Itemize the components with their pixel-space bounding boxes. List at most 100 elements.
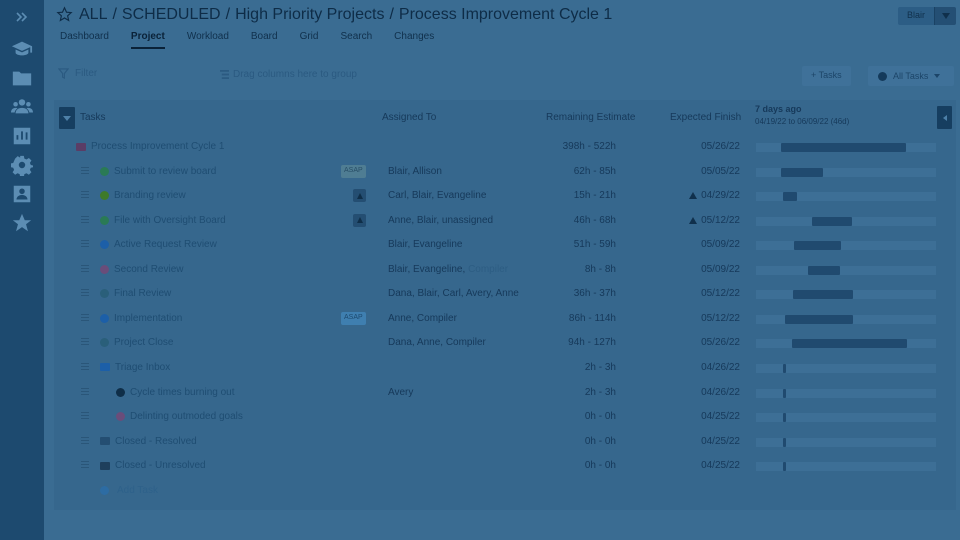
- task-row[interactable]: Delinting outmoded goals 0h - 0h 04/25/22: [54, 405, 956, 430]
- gantt-bar[interactable]: [783, 363, 786, 373]
- column-header-estimate[interactable]: Remaining Estimate: [546, 112, 635, 123]
- sidebar-item-projects[interactable]: [0, 63, 44, 92]
- assigned-to[interactable]: Dana, Blair, Carl, Avery, Anne: [388, 288, 519, 299]
- task-row[interactable]: Closed - Resolved 0h - 0h 04/25/22: [54, 430, 956, 455]
- sidebar-item-settings[interactable]: [0, 150, 44, 179]
- drag-handle-icon[interactable]: [81, 461, 89, 469]
- column-header-tasks[interactable]: Tasks: [80, 112, 106, 123]
- drag-handle-icon[interactable]: [81, 436, 89, 445]
- sidebar-item-favorites[interactable]: [0, 208, 44, 237]
- column-header-finish[interactable]: Expected Finish: [670, 112, 741, 123]
- tab-project[interactable]: Project: [130, 31, 165, 49]
- task-row[interactable]: File with Oversight Board Anne, Blair, un…: [54, 209, 956, 234]
- drag-handle-icon[interactable]: [81, 362, 89, 371]
- task-name[interactable]: Closed - Resolved: [100, 436, 197, 447]
- task-row[interactable]: Closed - Unresolved 0h - 0h 04/25/22: [54, 454, 956, 479]
- tab-workload[interactable]: Workload: [187, 31, 229, 49]
- task-name[interactable]: Submit to review board: [100, 166, 216, 177]
- user-menu[interactable]: Blair: [897, 7, 956, 25]
- breadcrumb-item-scheduled[interactable]: SCHEDULED: [122, 6, 221, 24]
- add-tasks-button[interactable]: + Tasks: [802, 66, 851, 86]
- tab-grid[interactable]: Grid: [300, 31, 319, 49]
- task-row[interactable]: Triage Inbox 2h - 3h 04/26/22: [54, 356, 956, 381]
- assigned-to[interactable]: Dana, Anne, Compiler: [388, 337, 486, 348]
- user-menu-caret-button[interactable]: [934, 7, 956, 25]
- task-name[interactable]: Active Request Review: [100, 239, 217, 250]
- assigned-to[interactable]: Anne, Blair, unassigned: [388, 215, 493, 226]
- task-name[interactable]: Triage Inbox: [100, 362, 170, 373]
- assigned-to[interactable]: Carl, Blair, Evangeline: [388, 190, 486, 201]
- task-row[interactable]: Active Request Review Blair, Evangeline 51…: [54, 233, 956, 258]
- gantt-bar[interactable]: [783, 192, 797, 202]
- task-filter-select[interactable]: All Tasks: [868, 66, 954, 86]
- task-name[interactable]: Implementation: [100, 313, 182, 324]
- drag-handle-icon[interactable]: [81, 215, 89, 224]
- task-row[interactable]: Cycle times burning out Avery 2h - 3h 04/26…: [54, 381, 956, 406]
- gantt-bar[interactable]: [794, 241, 841, 251]
- task-name[interactable]: Project Close: [100, 337, 173, 348]
- gantt-bar[interactable]: [783, 437, 786, 447]
- expected-finish: 04/26/22: [701, 362, 740, 373]
- task-row[interactable]: Final Review Dana, Blair, Carl, Avery, An…: [54, 282, 956, 307]
- task-row[interactable]: Submit to review board ASAP Blair, Allison…: [54, 160, 956, 185]
- task-row[interactable]: Project Close Dana, Anne, Compiler 94h - 1…: [54, 331, 956, 356]
- gantt-bar[interactable]: [783, 388, 786, 398]
- add-task-row[interactable]: Add Task: [54, 479, 956, 504]
- tab-dashboard[interactable]: Dashboard: [60, 31, 109, 49]
- gantt-bar[interactable]: [785, 314, 853, 324]
- tab-changes[interactable]: Changes: [394, 31, 434, 49]
- drag-handle-icon[interactable]: [81, 264, 89, 273]
- task-status-icon: [100, 191, 109, 201]
- drag-handle-icon[interactable]: [81, 387, 89, 396]
- column-header-assigned[interactable]: Assigned To: [382, 112, 436, 123]
- gantt-bar[interactable]: [783, 462, 786, 472]
- task-name[interactable]: Delinting outmoded goals: [116, 411, 243, 422]
- drag-handle-icon[interactable]: [81, 191, 89, 199]
- task-name[interactable]: Second Review: [100, 264, 183, 275]
- task-name[interactable]: File with Oversight Board: [100, 215, 226, 226]
- collapse-gantt-button[interactable]: [937, 106, 952, 129]
- gantt-bar[interactable]: [781, 143, 906, 152]
- gantt-bar[interactable]: [781, 167, 823, 177]
- user-name[interactable]: Blair: [897, 7, 934, 25]
- assigned-to[interactable]: Anne, Compiler: [388, 313, 457, 324]
- filter-input[interactable]: Filter: [58, 68, 97, 79]
- favorite-star-icon[interactable]: [56, 6, 74, 24]
- assigned-to[interactable]: Blair, Evangeline: [388, 239, 463, 250]
- expand-all-toggle[interactable]: [59, 107, 75, 129]
- task-row[interactable]: Branding review Carl, Blair, Evangeline 15…: [54, 184, 956, 209]
- gantt-bar[interactable]: [783, 413, 786, 423]
- tab-board[interactable]: Board: [251, 31, 278, 49]
- drag-handle-icon[interactable]: [81, 289, 89, 297]
- drag-handle-icon[interactable]: [81, 338, 89, 346]
- project-row[interactable]: Process Improvement Cycle 1 398h - 522h 05…: [54, 135, 956, 160]
- gantt-bar[interactable]: [792, 339, 907, 349]
- gantt-bar[interactable]: [812, 216, 852, 226]
- task-name[interactable]: Cycle times burning out: [116, 387, 235, 398]
- assigned-to[interactable]: Blair, Allison: [388, 166, 442, 177]
- add-task-button[interactable]: Add Task: [100, 485, 158, 496]
- gantt-bar[interactable]: [808, 265, 840, 275]
- task-row[interactable]: Second Review Blair, Evangeline, Compiler…: [54, 258, 956, 283]
- drag-handle-icon[interactable]: [81, 313, 89, 322]
- sidebar-item-learning[interactable]: [0, 34, 44, 63]
- tab-search[interactable]: Search: [340, 31, 372, 49]
- task-name[interactable]: Closed - Unresolved: [100, 460, 206, 471]
- drag-handle-icon[interactable]: [81, 240, 89, 248]
- sidebar-item-reports[interactable]: [0, 121, 44, 150]
- task-name[interactable]: Branding review: [100, 190, 186, 201]
- assigned-to[interactable]: Blair, Evangeline, Compiler: [388, 264, 508, 275]
- breadcrumb-item-high-priority-projects[interactable]: High Priority Projects: [235, 6, 384, 24]
- gantt-bar[interactable]: [793, 290, 853, 300]
- drag-handle-icon[interactable]: [81, 166, 89, 175]
- breadcrumb-item-all[interactable]: ALL: [79, 6, 107, 24]
- task-name[interactable]: Final Review: [100, 288, 171, 299]
- group-by-dropzone[interactable]: Drag columns here to group: [220, 69, 357, 80]
- task-name[interactable]: Process Improvement Cycle 1: [76, 141, 224, 152]
- drag-handle-icon[interactable]: [81, 412, 89, 420]
- sidebar-item-contacts[interactable]: [0, 179, 44, 208]
- expand-sidebar-button[interactable]: [0, 0, 44, 34]
- sidebar-item-people[interactable]: [0, 92, 44, 121]
- assigned-to[interactable]: Avery: [388, 387, 413, 398]
- task-row[interactable]: Implementation ASAP Anne, Compiler 86h - 11…: [54, 307, 956, 332]
